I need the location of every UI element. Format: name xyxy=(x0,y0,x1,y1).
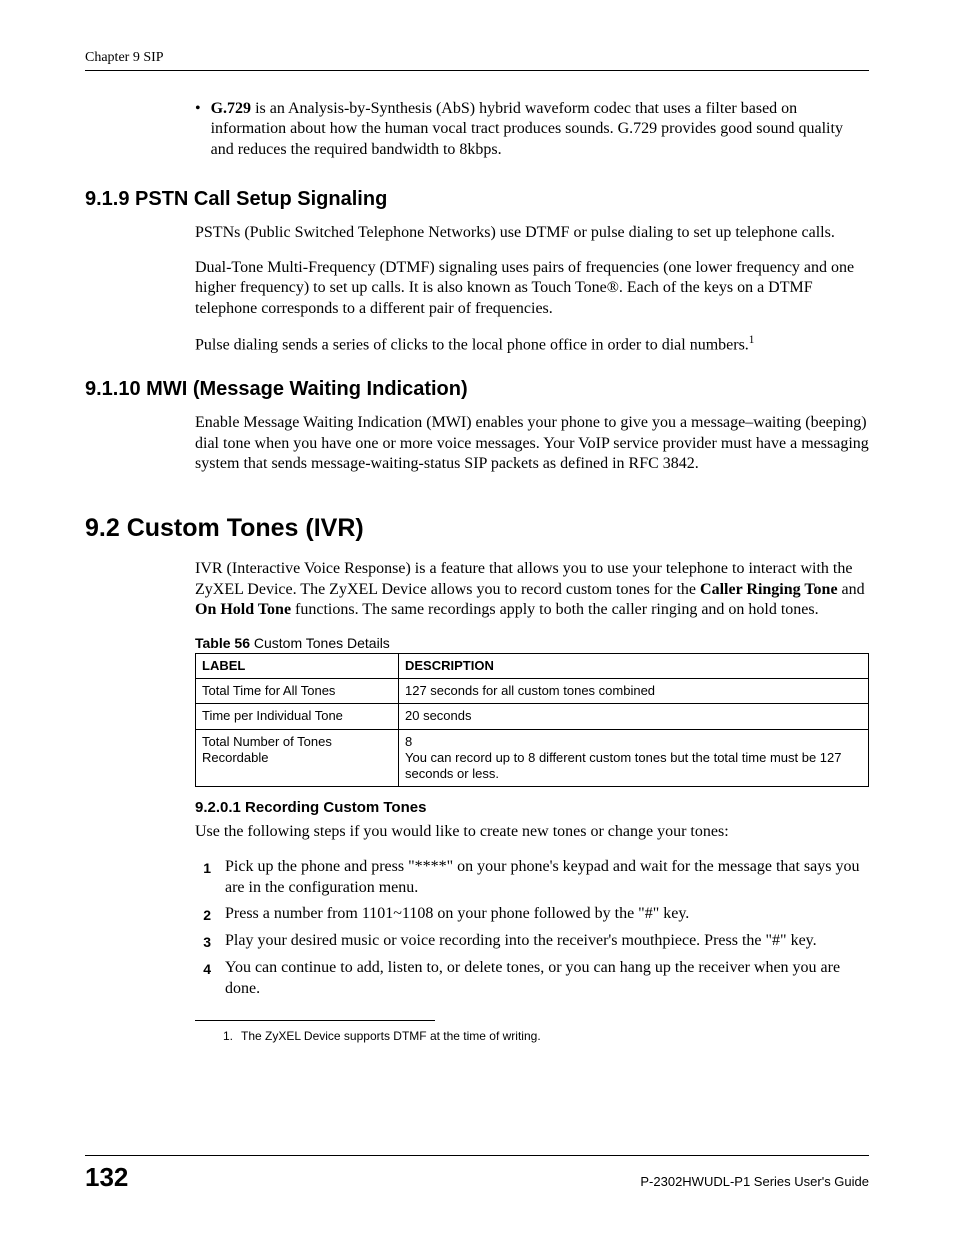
table-caption: Table 56 Custom Tones Details xyxy=(195,635,869,651)
para: Use the following steps if you would lik… xyxy=(195,822,869,842)
step-number: 4 xyxy=(195,958,211,1000)
col-label: LABEL xyxy=(196,653,399,678)
header-rule xyxy=(85,70,869,71)
term-on-hold: On Hold Tone xyxy=(195,601,291,618)
bullet-item: • G.729 is an Analysis-by-Synthesis (AbS… xyxy=(195,99,869,160)
section-9-1-9-body: PSTNs (Public Switched Telephone Network… xyxy=(195,223,869,356)
table-number: Table 56 xyxy=(195,635,250,651)
cell-desc: 8 You can record up to 8 different custo… xyxy=(399,729,869,787)
step-number: 2 xyxy=(195,904,211,925)
page: Chapter 9 SIP • G.729 is an Analysis-by-… xyxy=(0,0,954,1235)
cell-label: Total Time for All Tones xyxy=(196,679,399,704)
bullet-desc: is an Analysis-by-Synthesis (AbS) hybrid… xyxy=(211,100,843,158)
footnote-number: 1. xyxy=(223,1029,241,1043)
cell-label: Time per Individual Tone xyxy=(196,704,399,729)
step-number: 1 xyxy=(195,857,211,899)
running-header: Chapter 9 SIP xyxy=(85,50,869,66)
heading-9-2-0-1: 9.2.0.1 Recording Custom Tones xyxy=(195,799,869,816)
para-text: Pulse dialing sends a series of clicks t… xyxy=(195,337,749,354)
footnote-ref: 1 xyxy=(749,334,755,346)
guide-title: P-2302HWUDL-P1 Series User's Guide xyxy=(640,1174,869,1189)
step-text: You can continue to add, listen to, or d… xyxy=(225,958,869,1000)
footnote-separator xyxy=(195,1020,435,1021)
step-item: 3 Play your desired music or voice record… xyxy=(195,931,869,952)
para: Dual-Tone Multi-Frequency (DTMF) signali… xyxy=(195,258,869,319)
heading-9-1-10: 9.1.10 MWI (Message Waiting Indication) xyxy=(85,378,869,401)
cell-label: Total Number of Tones Recordable xyxy=(196,729,399,787)
table-row: Total Time for All Tones 127 seconds for… xyxy=(196,679,869,704)
page-number: 132 xyxy=(85,1162,128,1193)
steps-list: 1 Pick up the phone and press "****" on y… xyxy=(195,857,869,1000)
cell-desc: 127 seconds for all custom tones combine… xyxy=(399,679,869,704)
col-description: DESCRIPTION xyxy=(399,653,869,678)
table-row: Total Number of Tones Recordable 8 You c… xyxy=(196,729,869,787)
heading-9-2: 9.2 Custom Tones (IVR) xyxy=(85,514,869,543)
step-item: 2 Press a number from 1101~1108 on your p… xyxy=(195,904,869,925)
bullet-text: G.729 is an Analysis-by-Synthesis (AbS) … xyxy=(211,99,869,160)
page-footer: 132 P-2302HWUDL-P1 Series User's Guide xyxy=(85,1155,869,1193)
bullet-marker: • xyxy=(195,99,201,160)
step-text: Press a number from 1101~1108 on your ph… xyxy=(225,904,869,925)
para: Enable Message Waiting Indication (MWI) … xyxy=(195,413,869,474)
cell-desc: 20 seconds xyxy=(399,704,869,729)
section-9-2-body: IVR (Interactive Voice Response) is a fe… xyxy=(195,559,869,1042)
step-text: Play your desired music or voice recordi… xyxy=(225,931,869,952)
step-text: Pick up the phone and press "****" on yo… xyxy=(225,857,869,899)
footnote-text: The ZyXEL Device supports DTMF at the ti… xyxy=(241,1029,541,1043)
heading-9-1-9: 9.1.9 PSTN Call Setup Signaling xyxy=(85,188,869,211)
bullet-block: • G.729 is an Analysis-by-Synthesis (AbS… xyxy=(195,99,869,160)
table-title: Custom Tones Details xyxy=(250,635,390,651)
step-item: 4 You can continue to add, listen to, or … xyxy=(195,958,869,1000)
step-number: 3 xyxy=(195,931,211,952)
step-item: 1 Pick up the phone and press "****" on y… xyxy=(195,857,869,899)
footer-rule xyxy=(85,1155,869,1156)
custom-tones-table: LABEL DESCRIPTION Total Time for All Ton… xyxy=(195,653,869,788)
para-text: functions. The same recordings apply to … xyxy=(291,601,819,618)
section-9-1-10-body: Enable Message Waiting Indication (MWI) … xyxy=(195,413,869,474)
table-row: Time per Individual Tone 20 seconds xyxy=(196,704,869,729)
footer-row: 132 P-2302HWUDL-P1 Series User's Guide xyxy=(85,1162,869,1193)
bullet-term: G.729 xyxy=(211,100,251,117)
term-caller-ringing: Caller Ringing Tone xyxy=(700,581,838,598)
para: PSTNs (Public Switched Telephone Network… xyxy=(195,223,869,243)
footnote: 1.The ZyXEL Device supports DTMF at the … xyxy=(223,1029,869,1043)
table-header-row: LABEL DESCRIPTION xyxy=(196,653,869,678)
para: Pulse dialing sends a series of clicks t… xyxy=(195,333,869,356)
para-text: and xyxy=(838,581,865,598)
para: IVR (Interactive Voice Response) is a fe… xyxy=(195,559,869,620)
